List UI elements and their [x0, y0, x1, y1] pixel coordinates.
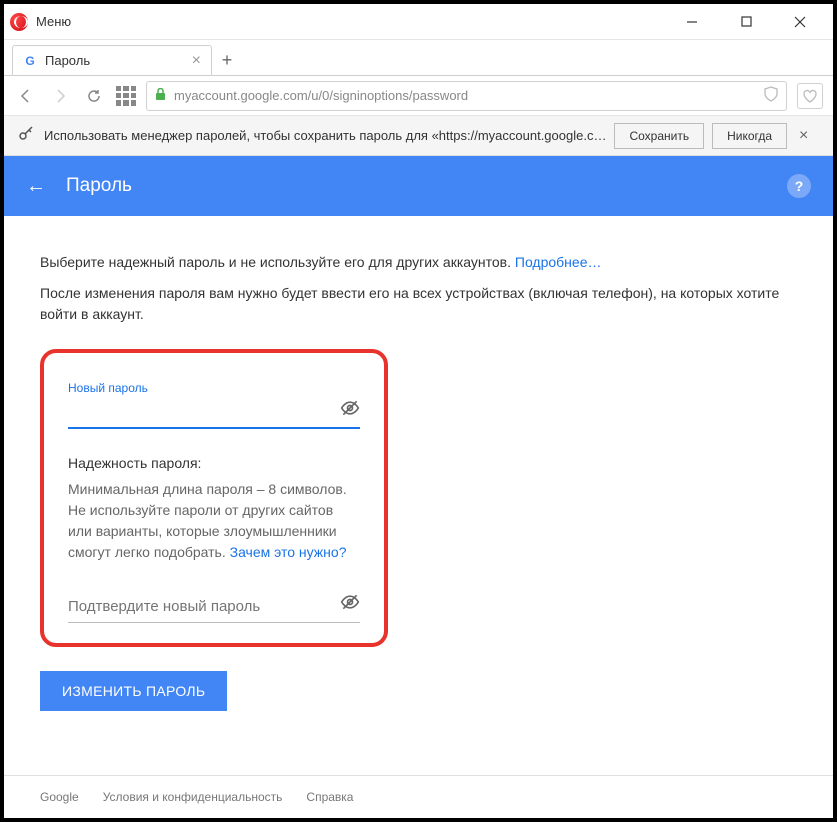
- strength-title: Надежность пароля:: [68, 455, 360, 471]
- address-bar: myaccount.google.com/u/0/signinoptions/p…: [4, 76, 833, 116]
- reload-button[interactable]: [82, 84, 106, 108]
- toggle-visibility-icon[interactable]: [340, 398, 360, 423]
- footer-google[interactable]: Google: [40, 790, 79, 804]
- footer-privacy-link[interactable]: Условия и конфиденциальность: [103, 790, 283, 804]
- lock-icon: [155, 88, 166, 104]
- tab-title: Пароль: [45, 53, 90, 68]
- confirm-password-field-group: [68, 591, 360, 623]
- page-header: ← Пароль ?: [4, 156, 833, 216]
- change-password-button[interactable]: ИЗМЕНИТЬ ПАРОЛЬ: [40, 671, 227, 711]
- back-button[interactable]: [14, 84, 38, 108]
- google-favicon-icon: G: [23, 54, 37, 68]
- key-icon: [18, 125, 34, 146]
- footer-help-link[interactable]: Справка: [306, 790, 353, 804]
- forward-button[interactable]: [48, 84, 72, 108]
- new-password-input[interactable]: [68, 401, 360, 429]
- close-window-button[interactable]: [785, 7, 815, 37]
- url-input[interactable]: myaccount.google.com/u/0/signinoptions/p…: [146, 81, 787, 111]
- browser-window: Меню G Пароль × +: [0, 0, 837, 822]
- page-content: ← Пароль ? Выберите надежный пароль и не…: [4, 156, 833, 818]
- minimize-button[interactable]: [677, 7, 707, 37]
- page-body: Выберите надежный пароль и не используйт…: [4, 216, 833, 775]
- new-tab-button[interactable]: +: [212, 45, 242, 75]
- header-back-button[interactable]: ←: [26, 175, 46, 198]
- menu-label[interactable]: Меню: [36, 14, 71, 29]
- tab-bar: G Пароль × +: [4, 40, 833, 76]
- opera-logo-icon: [10, 13, 28, 31]
- intro-text-2: После изменения пароля вам нужно будет в…: [40, 283, 797, 325]
- confirm-password-input[interactable]: [68, 591, 360, 623]
- toggle-visibility-icon[interactable]: [340, 592, 360, 617]
- password-save-banner: Использовать менеджер паролей, чтобы сох…: [4, 116, 833, 156]
- help-button[interactable]: ?: [787, 174, 811, 198]
- shield-icon[interactable]: [764, 86, 778, 105]
- tab-active[interactable]: G Пароль ×: [12, 45, 212, 75]
- intro-text-1: Выберите надежный пароль и не используйт…: [40, 252, 797, 273]
- page-title: Пароль: [66, 175, 132, 197]
- intro-line1: Выберите надежный пароль и не используйт…: [40, 254, 515, 270]
- learn-more-link[interactable]: Подробнее…: [515, 254, 602, 270]
- banner-close-icon[interactable]: ×: [799, 127, 808, 145]
- why-link[interactable]: Зачем это нужно?: [230, 544, 347, 560]
- titlebar: Меню: [4, 4, 833, 40]
- page-footer: Google Условия и конфиденциальность Спра…: [4, 775, 833, 818]
- strength-text: Минимальная длина пароля – 8 символов. Н…: [68, 479, 360, 563]
- banner-text: Использовать менеджер паролей, чтобы сох…: [44, 128, 606, 143]
- maximize-button[interactable]: [731, 7, 761, 37]
- url-text: myaccount.google.com/u/0/signinoptions/p…: [174, 88, 468, 103]
- password-card: Новый пароль Надежность пароля: Минималь…: [40, 349, 388, 647]
- new-password-label: Новый пароль: [68, 381, 360, 395]
- tab-close-icon[interactable]: ×: [192, 52, 201, 70]
- save-password-button[interactable]: Сохранить: [614, 123, 704, 149]
- window-controls: [677, 7, 827, 37]
- never-save-button[interactable]: Никогда: [712, 123, 787, 149]
- bookmark-button[interactable]: [797, 83, 823, 109]
- new-password-field-group: Новый пароль: [68, 381, 360, 429]
- speed-dial-button[interactable]: [116, 86, 136, 106]
